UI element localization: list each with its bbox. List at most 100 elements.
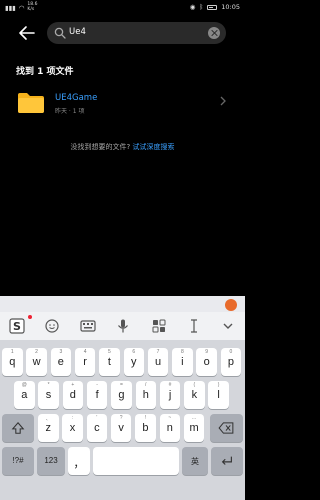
key-label: g (118, 389, 125, 401)
key-label: s (45, 389, 52, 401)
key-hint: @ (21, 382, 27, 388)
deep-search-link[interactable]: 试试深度搜索 (132, 143, 174, 151)
key-c[interactable]: ' c (86, 414, 108, 442)
status-bar: ▮▮▮ ◠ 18.6 K/s ◉ ᛒ 10:05 (0, 0, 245, 15)
fox-icon[interactable] (225, 299, 237, 311)
key-hint: 4 (83, 349, 87, 355)
key-label: v (118, 422, 124, 434)
folder-icon (18, 93, 44, 113)
key-hint: 、 (45, 416, 51, 422)
key-l[interactable]: ) l (208, 381, 229, 409)
deep-search-hint: 没找到想要的文件? 试试深度搜索 (0, 142, 245, 152)
key-hint: … (191, 415, 197, 421)
key-m[interactable]: … m (183, 414, 205, 442)
key-label: a (21, 389, 28, 401)
key-hint: ' (96, 415, 98, 421)
sogou-logo-icon[interactable]: S (9, 318, 25, 334)
key-hint: / (145, 382, 147, 388)
key-p[interactable]: 0p (220, 348, 242, 376)
bluetooth-icon: ᛒ (199, 3, 204, 11)
search-query[interactable]: Ue4 (69, 27, 86, 37)
key-hint: ( (193, 382, 196, 388)
key-hint: 0 (229, 349, 233, 355)
folder-meta: 昨天 · 1 项 (55, 108, 85, 115)
key-h[interactable]: / h (135, 381, 156, 409)
emoji-icon[interactable] (44, 318, 60, 334)
key-y[interactable]: 6y (123, 348, 144, 376)
wifi-icon: ◠ (18, 3, 25, 12)
key-label: k (191, 389, 198, 401)
key-hint: 9 (205, 349, 209, 355)
key-hint: ~ (168, 415, 172, 421)
key-k[interactable]: (k (184, 381, 205, 409)
key-hint: 8 (180, 349, 184, 355)
key-d[interactable]: + d (62, 381, 84, 409)
search-icon (54, 27, 66, 39)
key-i[interactable]: 8i (172, 348, 193, 376)
collapse-keyboard-icon[interactable] (220, 318, 236, 334)
key-label: q (9, 356, 16, 368)
key-b[interactable]: ! b (135, 414, 156, 442)
microphone-icon[interactable] (115, 318, 131, 334)
key-label: w (32, 356, 41, 368)
key-j[interactable]: # j (159, 381, 181, 409)
back-arrow-icon[interactable] (18, 24, 36, 42)
key-label: r (83, 356, 87, 368)
key-x[interactable]: :x (62, 414, 83, 442)
key-hint: ! (144, 415, 147, 421)
key-hint: 1 (10, 349, 14, 355)
key-label: 123 (44, 456, 58, 465)
key-t[interactable]: 5t (99, 348, 120, 376)
key-label: e (57, 356, 64, 368)
key-e[interactable]: 3e (50, 348, 72, 376)
key-label: b (142, 422, 149, 434)
numbers-key[interactable]: 123 (37, 447, 65, 475)
key-z[interactable]: 、 z (38, 414, 59, 442)
key-label: o (203, 356, 210, 368)
symbols-key[interactable]: !?# (2, 447, 34, 475)
key-n[interactable]: ~ n (159, 414, 180, 442)
backspace-key[interactable] (210, 414, 243, 442)
key-u[interactable]: 7u (147, 348, 169, 376)
key-label: 英 (191, 457, 199, 466)
apps-grid-icon[interactable] (151, 318, 167, 334)
key-hint: + (71, 382, 75, 388)
key-o[interactable]: 9o (196, 348, 217, 376)
key-label: ， (73, 458, 85, 470)
key-s[interactable]: * s (38, 381, 59, 409)
battery-icon (207, 4, 218, 10)
shift-key[interactable] (2, 414, 34, 442)
key-hint: ? (119, 415, 123, 421)
key-label: f (95, 389, 99, 401)
clear-icon[interactable] (208, 27, 220, 39)
key-f[interactable]: -f (86, 381, 108, 409)
key-w[interactable]: 2w (26, 348, 47, 376)
key-hint: = (119, 382, 123, 388)
key-q[interactable]: 1q (2, 348, 23, 376)
backspace-icon (218, 422, 234, 434)
list-item[interactable]: UE4Game 昨天 · 1 项 (0, 84, 245, 120)
key-v[interactable]: ? v (110, 414, 132, 442)
key-label: u (154, 356, 162, 368)
key-label: l (217, 389, 220, 401)
language-key[interactable]: 英 (182, 447, 208, 475)
key-r[interactable]: 4r (74, 348, 96, 376)
enter-key[interactable] (211, 447, 243, 475)
search-input[interactable]: Ue4 (47, 22, 226, 44)
key-hint: ) (217, 382, 220, 388)
shift-icon (11, 421, 25, 434)
key-hint: * (47, 382, 50, 388)
hint-text: 没找到想要的文件? (70, 143, 131, 151)
key-hint: 7 (156, 349, 160, 355)
key-label: c (94, 422, 100, 434)
key-a[interactable]: @ a (14, 381, 35, 409)
cursor-icon[interactable] (186, 318, 202, 334)
key-label: h (142, 389, 149, 401)
key-label: t (107, 356, 111, 368)
comma-key[interactable]: ， (68, 447, 90, 475)
keyboard-icon[interactable] (80, 318, 96, 334)
key-hint: 6 (132, 349, 136, 355)
folder-name: UE4Game (55, 93, 98, 103)
key-g[interactable]: = g (111, 381, 132, 409)
key-label: y (131, 356, 137, 368)
